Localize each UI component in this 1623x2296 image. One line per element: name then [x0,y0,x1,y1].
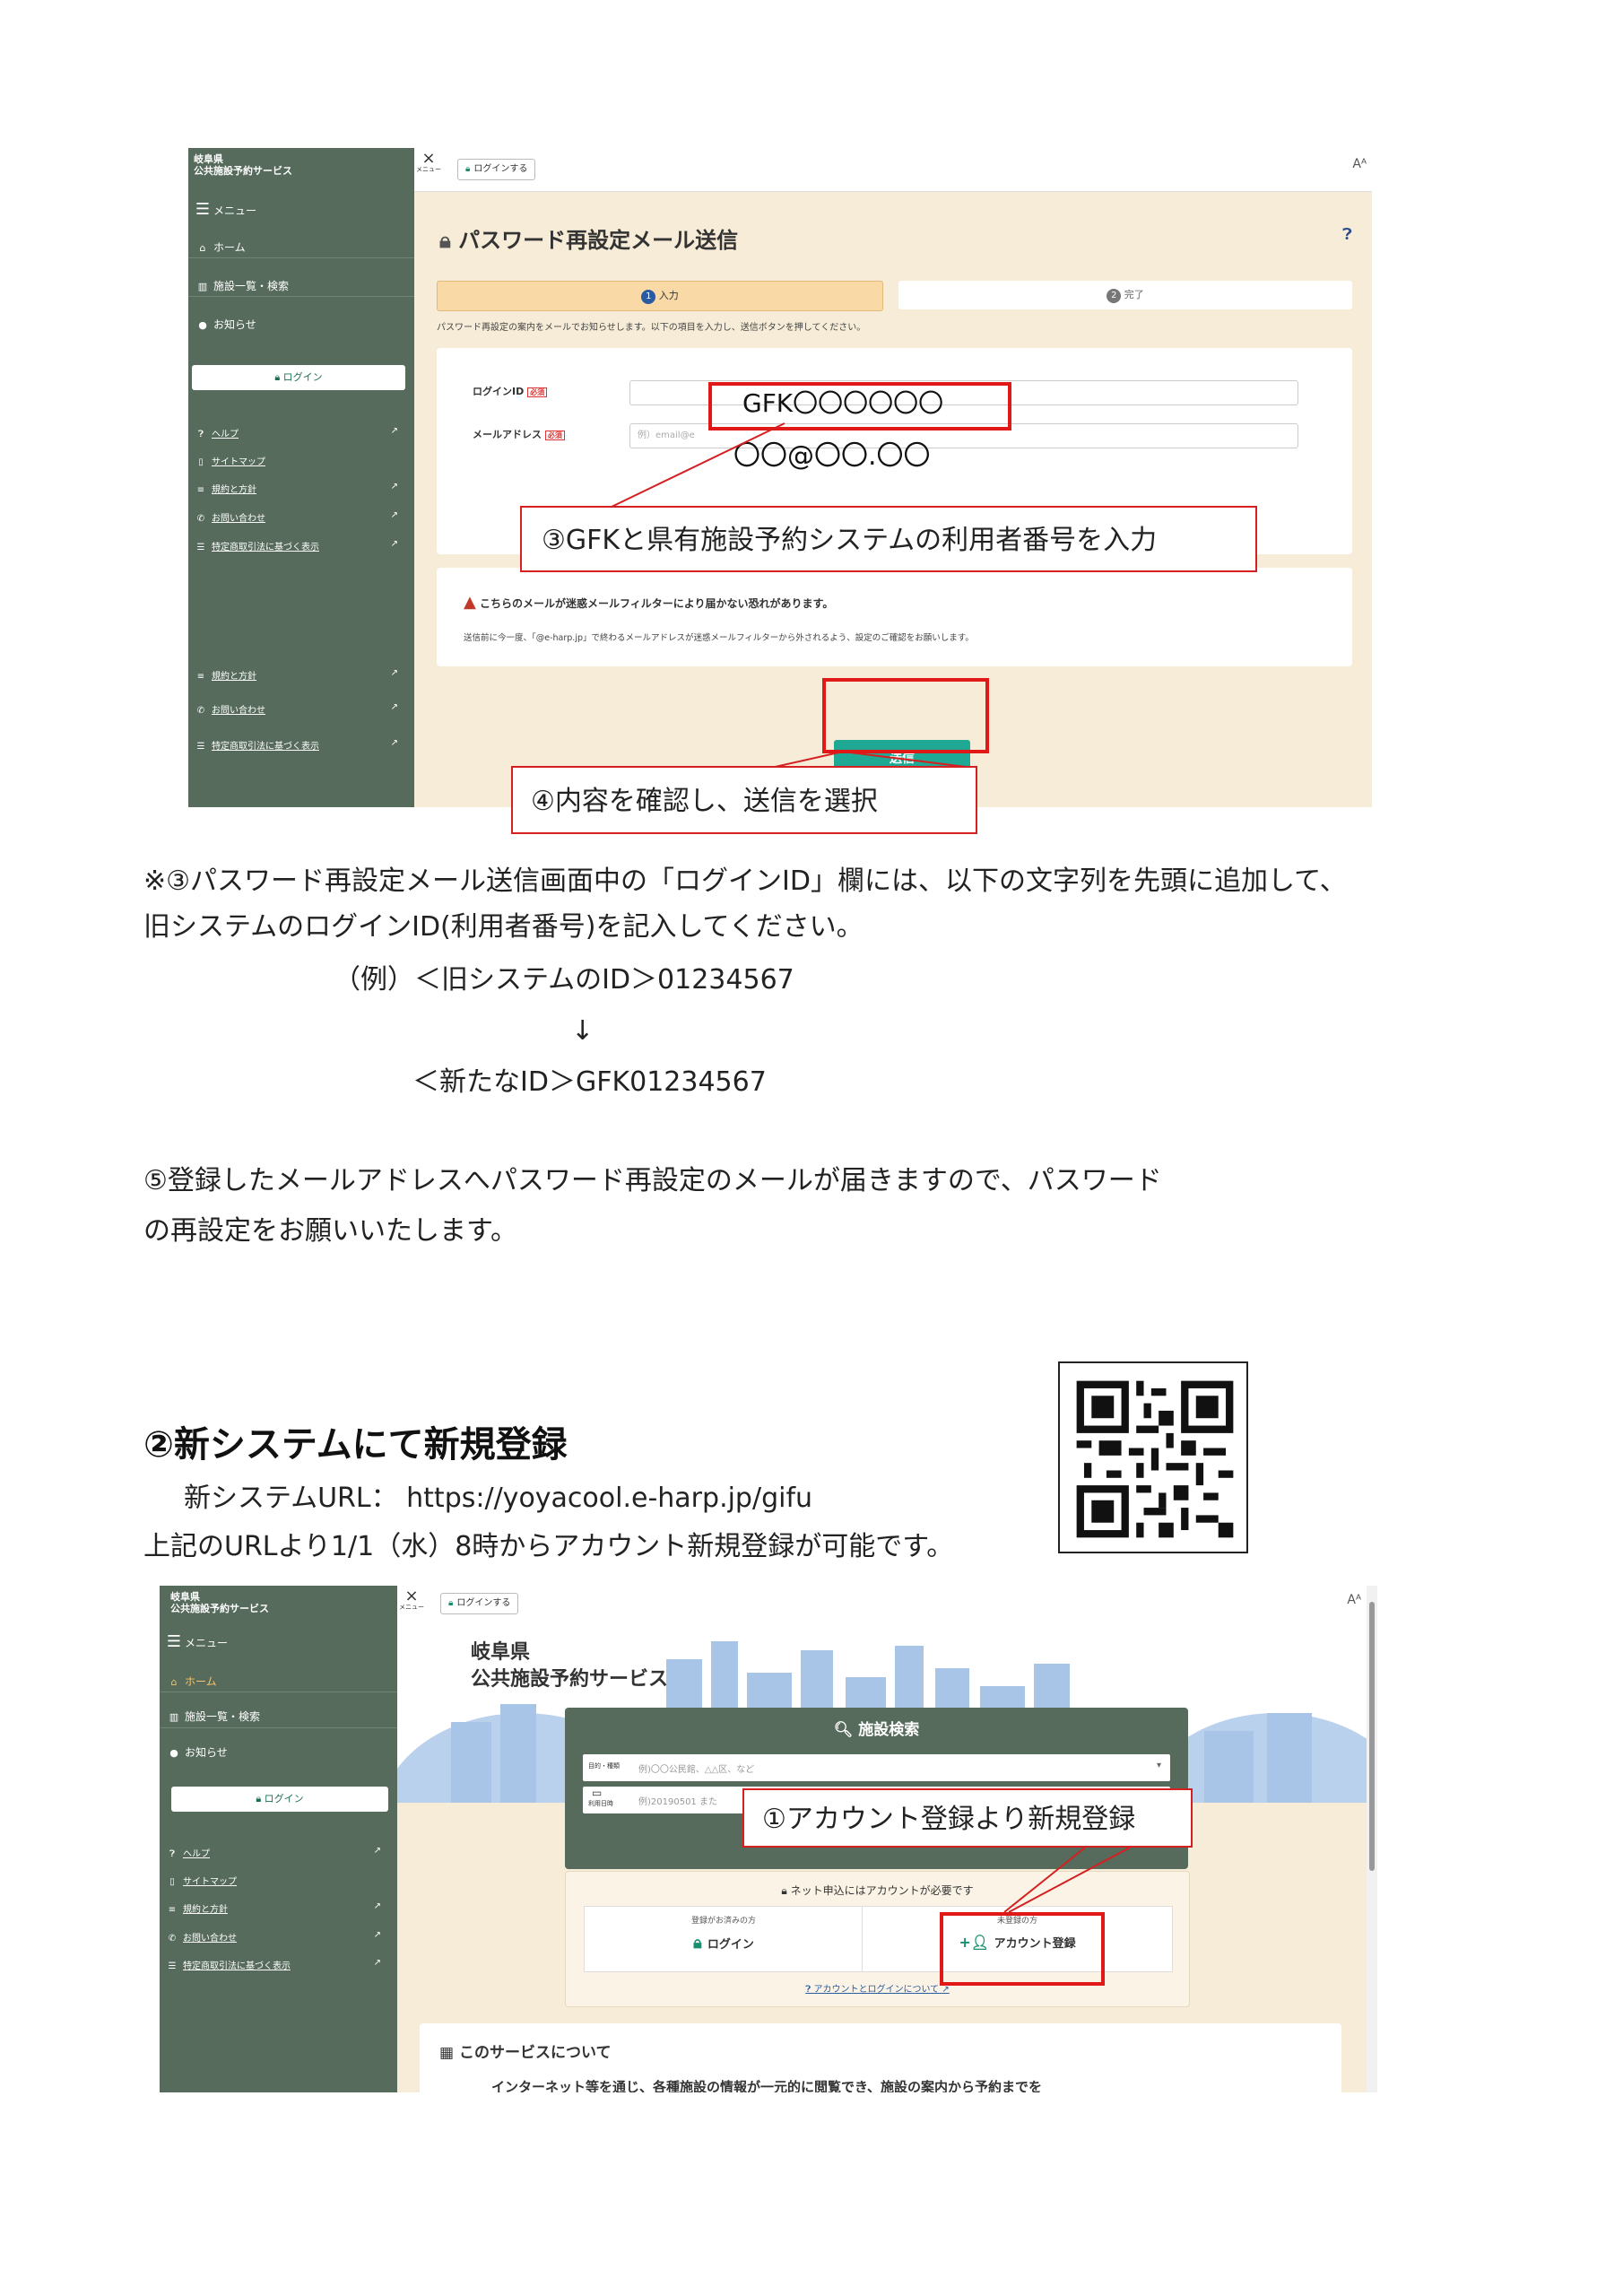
register-button-highlight [940,1912,1105,1986]
callout-pointer-register [1003,1847,1131,1913]
